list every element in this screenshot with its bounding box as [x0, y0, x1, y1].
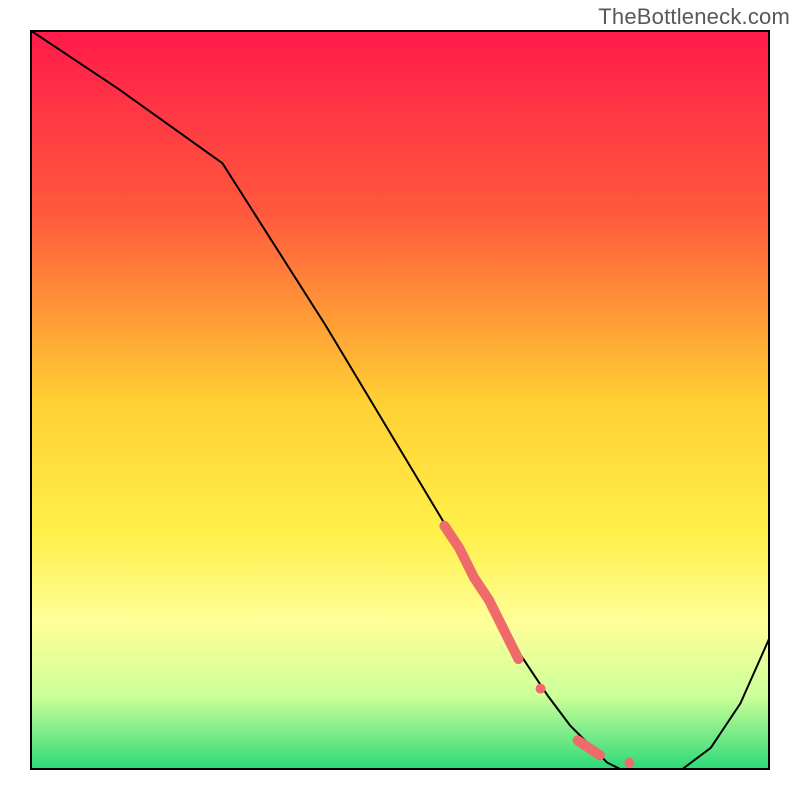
gradient-background: [30, 30, 770, 770]
dot-1: [536, 684, 546, 694]
plot-area: [30, 30, 770, 770]
dot-2: [624, 758, 634, 768]
chart-frame: TheBottleneck.com: [0, 0, 800, 800]
plot-svg: [30, 30, 770, 770]
watermark-text: TheBottleneck.com: [598, 4, 790, 30]
